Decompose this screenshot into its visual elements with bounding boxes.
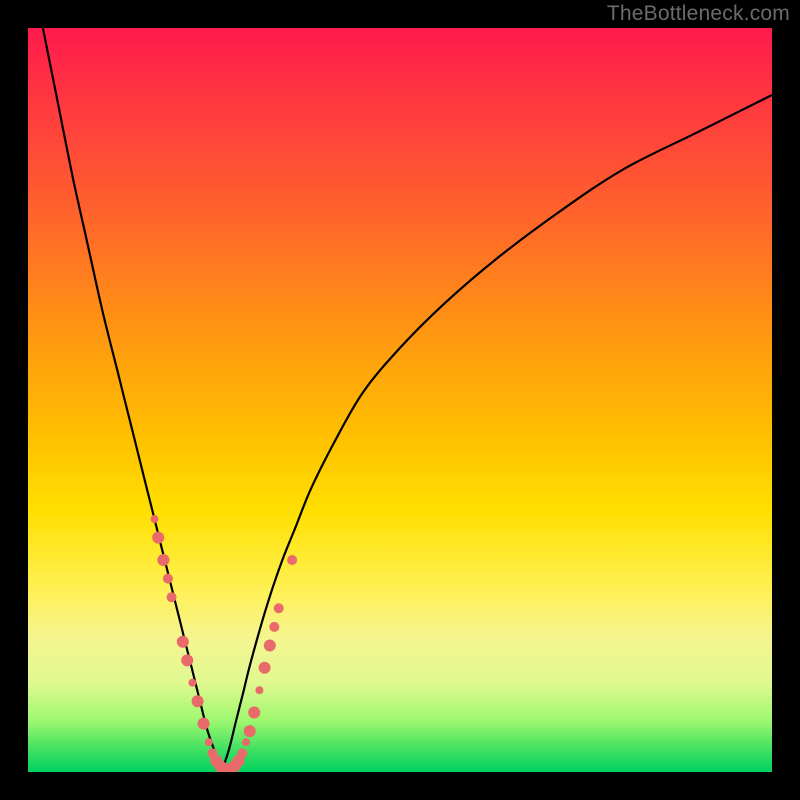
- data-point: [152, 532, 164, 544]
- data-point: [255, 686, 263, 694]
- data-point: [181, 654, 193, 666]
- data-point: [198, 718, 210, 730]
- data-point: [237, 748, 247, 758]
- data-point: [244, 725, 256, 737]
- data-point: [163, 574, 173, 584]
- data-point: [242, 738, 250, 746]
- data-point: [264, 640, 276, 652]
- data-point: [192, 695, 204, 707]
- data-point: [259, 662, 271, 674]
- data-point: [157, 554, 169, 566]
- data-point: [151, 515, 159, 523]
- data-point: [287, 555, 297, 565]
- data-point: [248, 707, 260, 719]
- data-point: [269, 622, 279, 632]
- data-point: [274, 603, 284, 613]
- scatter-layer: [151, 515, 298, 772]
- curve-layer: [28, 28, 772, 772]
- chart-frame: TheBottleneck.com: [0, 0, 800, 800]
- data-point: [205, 738, 213, 746]
- data-point: [177, 636, 189, 648]
- plot-area: [28, 28, 772, 772]
- curve-right-branch: [221, 95, 772, 772]
- curve-left-branch: [43, 28, 222, 772]
- data-point: [188, 679, 196, 687]
- watermark-text: TheBottleneck.com: [607, 2, 790, 26]
- data-point: [167, 592, 177, 602]
